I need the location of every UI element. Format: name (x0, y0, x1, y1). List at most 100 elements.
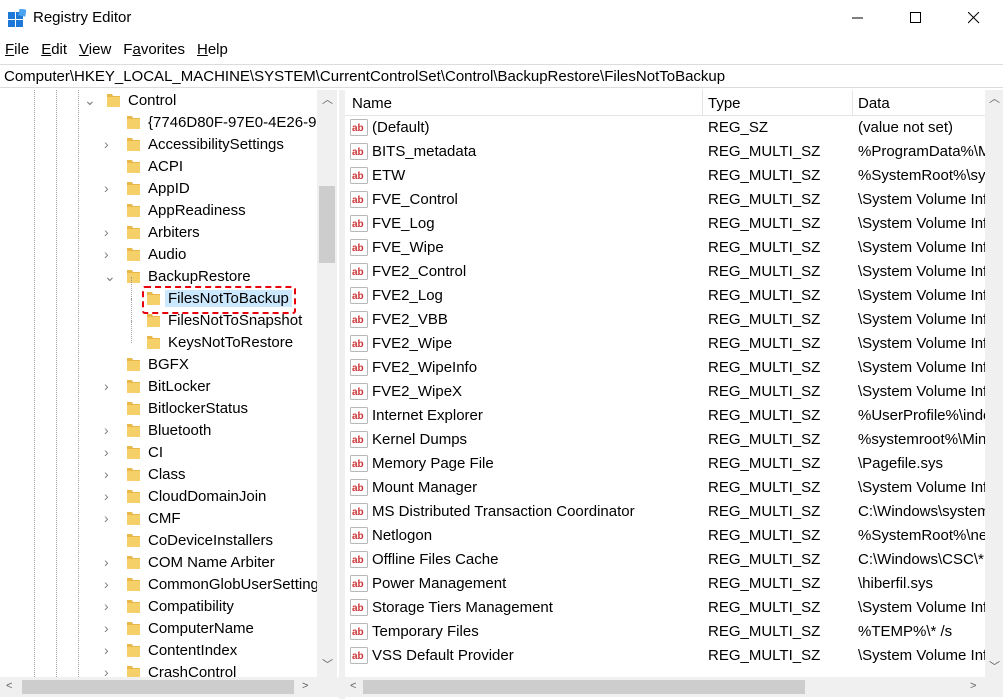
chevron-right-icon[interactable]: › (104, 247, 114, 261)
tree-item[interactable]: › Class (0, 464, 317, 486)
menu-file[interactable]: File (0, 38, 35, 62)
address-bar[interactable]: Computer\HKEY_LOCAL_MACHINE\SYSTEM\Curre… (0, 64, 1003, 88)
column-divider[interactable] (852, 90, 853, 116)
tree-item[interactable]: › AccessibilitySettings (0, 134, 317, 156)
tree-item[interactable]: ACPI (0, 156, 317, 178)
tree-item[interactable]: › CI (0, 442, 317, 464)
tree-item[interactable]: ⌄ BackupRestore (0, 266, 317, 288)
chevron-right-icon[interactable]: › (104, 599, 114, 613)
value-row[interactable]: ab Offline Files Cache REG_MULTI_SZ C:\Wind… (345, 548, 985, 572)
close-button[interactable] (945, 0, 1003, 36)
tree-hscroll-thumb[interactable] (22, 680, 294, 694)
value-row[interactable]: ab Memory Page File REG_MULTI_SZ \Pagefile.… (345, 452, 985, 476)
tree-item[interactable]: ⌄ Control (0, 90, 317, 112)
scroll-left-icon[interactable]: < (6, 681, 12, 692)
tree-item[interactable]: {7746D80F-97E0-4E26-95 (0, 112, 325, 134)
value-row[interactable]: ab BITS_metadata REG_MULTI_SZ %ProgramData%… (345, 140, 988, 164)
menu-favorites[interactable]: Favorites (117, 38, 191, 62)
tree-item[interactable]: BGFX (0, 354, 317, 376)
value-row[interactable]: ab FVE2_Log REG_MULTI_SZ \System Volume Inf (345, 284, 987, 308)
string-value-icon: ab (350, 383, 368, 400)
value-row[interactable]: ab ETW REG_MULTI_SZ %SystemRoot%\sys (345, 164, 988, 188)
value-row[interactable]: ab Power Management REG_MULTI_SZ \hiberfil.… (345, 572, 985, 596)
chevron-right-icon[interactable]: › (104, 643, 114, 657)
value-row[interactable]: ab Mount Manager REG_MULTI_SZ \System Volum… (345, 476, 987, 500)
chevron-right-icon[interactable]: › (104, 511, 114, 525)
tree-item[interactable]: AppReadiness (0, 200, 317, 222)
tree-item[interactable]: › ComputerName (0, 618, 317, 640)
tree-item[interactable]: CoDeviceInstallers (0, 530, 317, 552)
chevron-right-icon[interactable]: › (104, 577, 114, 591)
menu-help[interactable]: Help (191, 38, 234, 62)
scroll-right-icon[interactable]: > (970, 681, 976, 692)
tree-item[interactable]: › CloudDomainJoin (0, 486, 317, 508)
value-row[interactable]: ab FVE_Wipe REG_MULTI_SZ \System Volume Inf (345, 236, 987, 260)
scroll-up-icon[interactable]: ︿ (322, 95, 333, 106)
tree-item[interactable]: › COM Name Arbiter (0, 552, 317, 574)
value-row[interactable]: ab FVE2_Control REG_MULTI_SZ \System Volume… (345, 260, 987, 284)
value-row[interactable]: ab MS Distributed Transaction Coordinator… (345, 500, 988, 524)
tree-guide-line (131, 299, 132, 321)
scroll-right-icon[interactable]: > (302, 681, 308, 692)
column-header-name[interactable]: Name (352, 95, 392, 112)
value-row[interactable]: ab FVE2_WipeInfo REG_MULTI_SZ \System Volum… (345, 356, 987, 380)
chevron-down-icon[interactable]: ⌄ (84, 93, 96, 107)
tree-item[interactable]: › CommonGlobUserSetting (0, 574, 319, 596)
list-hscroll-thumb[interactable] (363, 680, 805, 694)
value-row[interactable]: ab Temporary Files REG_MULTI_SZ %TEMP%\* /s (345, 620, 985, 644)
chevron-right-icon[interactable]: › (104, 445, 114, 459)
list-vertical-scrollbar[interactable]: ︿ ﹀ (985, 90, 1003, 677)
chevron-right-icon[interactable]: › (104, 225, 114, 239)
value-type: REG_MULTI_SZ (708, 167, 821, 184)
tree-item[interactable]: › Arbiters (0, 222, 317, 244)
chevron-right-icon[interactable]: › (104, 181, 114, 195)
tree-vertical-scrollbar[interactable]: ︿ ﹀ (317, 90, 337, 677)
tree-item[interactable]: › CMF (0, 508, 317, 530)
scroll-down-icon[interactable]: ﹀ (989, 662, 1000, 673)
value-list[interactable]: Name Type Data ab (Default) REG_SZ (value n… (345, 90, 1003, 699)
tree-horizontal-scrollbar[interactable]: < > (0, 677, 339, 697)
scroll-up-icon[interactable]: ︿ (989, 94, 1000, 105)
maximize-button[interactable] (887, 0, 945, 36)
value-row[interactable]: ab FVE_Control REG_MULTI_SZ \System Volume … (345, 188, 987, 212)
key-tree[interactable]: ⌄ Control {7746D80F-97E0-4E26-95 › Accessibi… (0, 90, 339, 699)
list-horizontal-scrollbar[interactable]: < > (345, 677, 1003, 697)
value-type: REG_MULTI_SZ (708, 311, 821, 328)
value-row[interactable]: ab FVE2_VBB REG_MULTI_SZ \System Volume Inf (345, 308, 987, 332)
value-row[interactable]: ab Internet Explorer REG_MULTI_SZ %UserProf… (345, 404, 988, 428)
value-row[interactable]: ab Kernel Dumps REG_MULTI_SZ %systemroot%\M… (345, 428, 986, 452)
value-row[interactable]: ab FVE2_WipeX REG_MULTI_SZ \System Volume I… (345, 380, 987, 404)
chevron-right-icon[interactable]: › (104, 467, 114, 481)
chevron-right-icon[interactable]: › (104, 423, 114, 437)
chevron-right-icon[interactable]: › (104, 137, 114, 151)
menu-view[interactable]: View (73, 38, 117, 62)
chevron-right-icon[interactable]: › (104, 621, 114, 635)
chevron-down-icon[interactable]: ⌄ (104, 269, 116, 283)
minimize-button[interactable] (829, 0, 887, 36)
value-row[interactable]: ab Netlogon REG_MULTI_SZ %SystemRoot%\ne (345, 524, 987, 548)
column-header-type[interactable]: Type (708, 95, 741, 112)
column-header-data[interactable]: Data (858, 95, 890, 112)
tree-scroll-thumb[interactable] (319, 186, 335, 263)
scroll-left-icon[interactable]: < (350, 681, 356, 692)
tree-item-label: BitlockerStatus (148, 400, 249, 417)
chevron-right-icon[interactable]: › (104, 555, 114, 569)
tree-item[interactable]: › ContentIndex (0, 640, 317, 662)
tree-item[interactable]: › Compatibility (0, 596, 317, 618)
value-row[interactable]: ab FVE2_Wipe REG_MULTI_SZ \System Volume In… (345, 332, 987, 356)
column-divider[interactable] (702, 90, 703, 116)
menu-edit[interactable]: Edit (35, 38, 73, 62)
tree-item[interactable]: KeysNotToRestore (0, 332, 317, 354)
tree-item[interactable]: › BitLocker (0, 376, 317, 398)
tree-item[interactable]: › Audio (0, 244, 317, 266)
chevron-right-icon[interactable]: › (104, 489, 114, 503)
tree-item[interactable]: › AppID (0, 178, 317, 200)
scroll-down-icon[interactable]: ﹀ (322, 660, 333, 671)
value-row[interactable]: ab VSS Default Provider REG_MULTI_SZ \Syste… (345, 644, 987, 668)
value-row[interactable]: ab Storage Tiers Management REG_MULTI_SZ \S… (345, 596, 987, 620)
value-row[interactable]: ab (Default) REG_SZ (value not set) (345, 116, 985, 140)
tree-item[interactable]: BitlockerStatus (0, 398, 317, 420)
tree-item[interactable]: › Bluetooth (0, 420, 317, 442)
value-row[interactable]: ab FVE_Log REG_MULTI_SZ \System Volume Inf (345, 212, 987, 236)
chevron-right-icon[interactable]: › (104, 379, 114, 393)
